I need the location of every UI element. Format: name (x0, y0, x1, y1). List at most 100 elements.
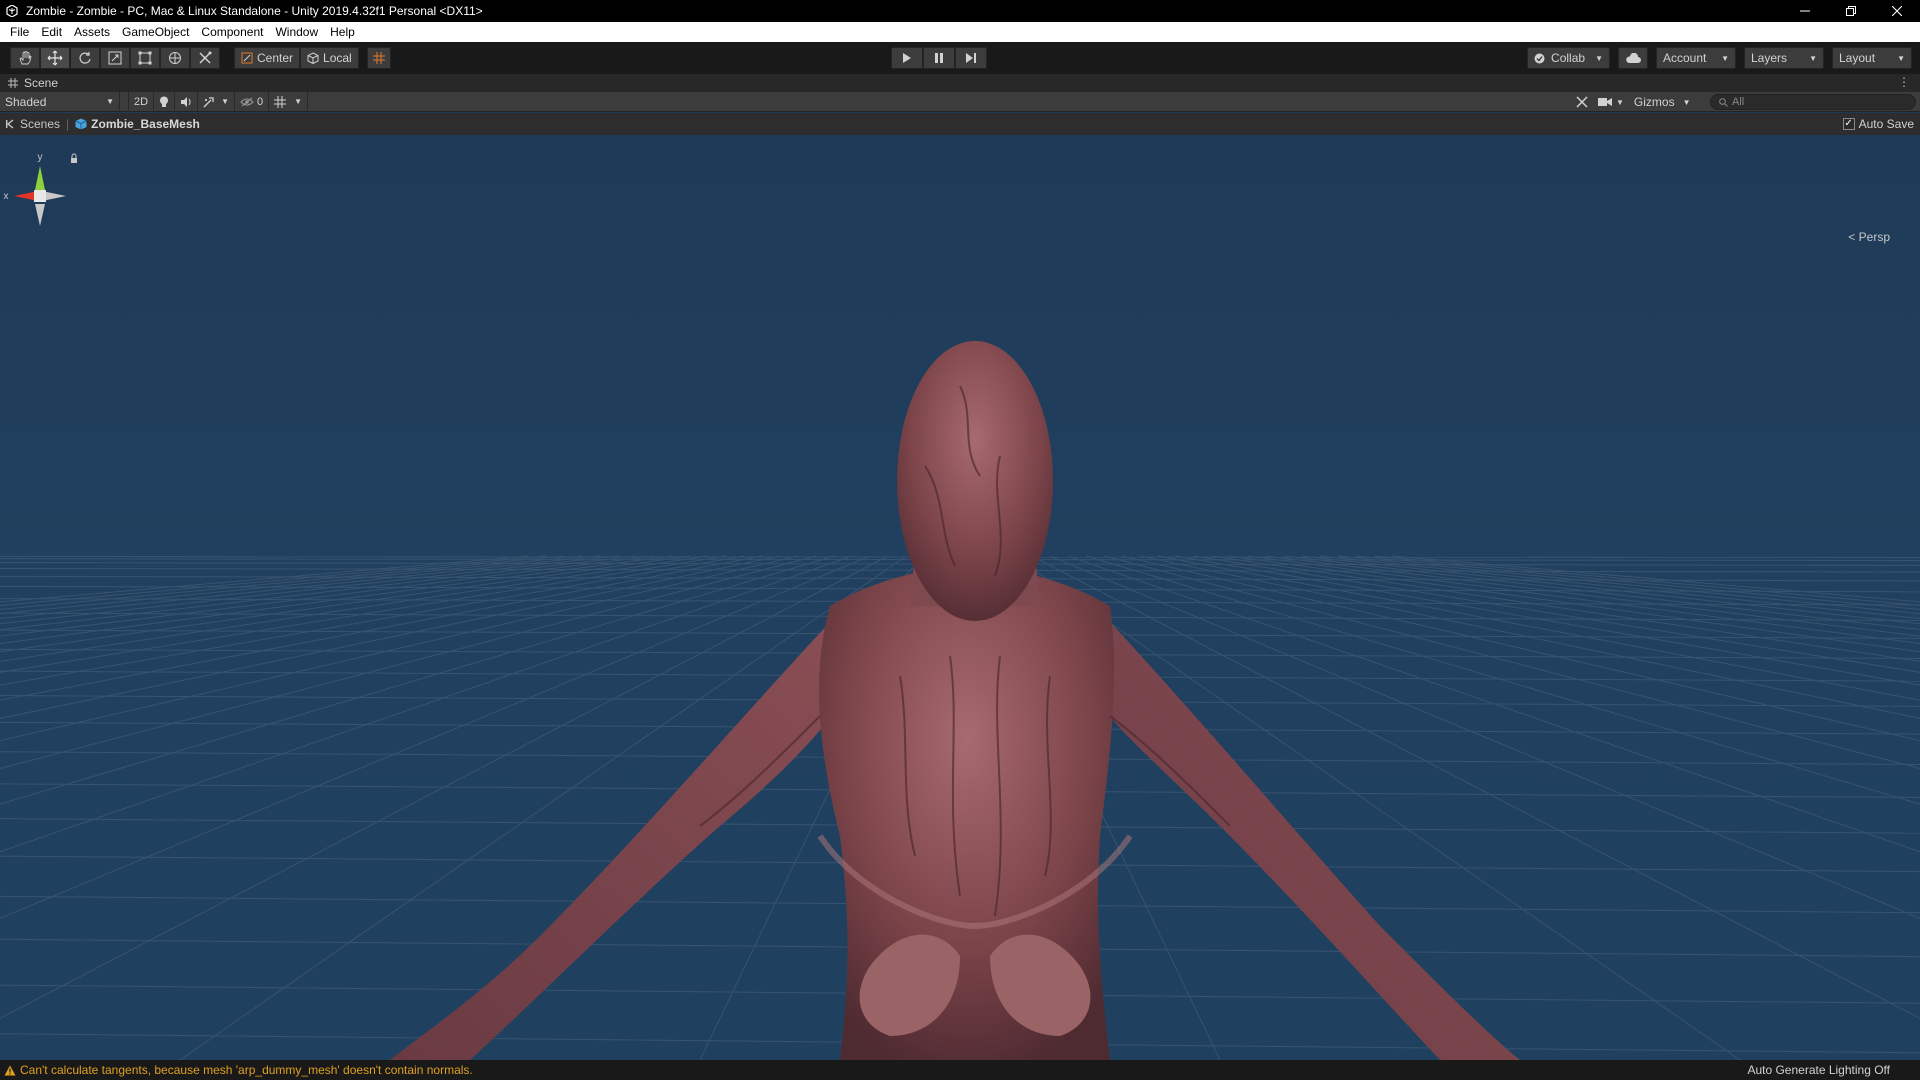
menu-gameobject[interactable]: GameObject (116, 22, 195, 42)
pivot-rotation-button[interactable]: Local (300, 47, 359, 69)
pivot-mode-button[interactable]: Center (234, 47, 301, 69)
menu-file[interactable]: File (4, 22, 35, 42)
scene-viewport[interactable]: y x < Persp (0, 136, 1920, 1060)
status-bar: Can't calculate tangents, because mesh '… (0, 1060, 1920, 1080)
hidden-objects-toggle[interactable]: 0 (235, 91, 270, 112)
layers-dropdown[interactable]: Layers ▼ (1744, 47, 1824, 69)
close-icon (1892, 6, 1902, 16)
rect-tool-button[interactable] (130, 47, 160, 69)
camera-dropdown[interactable]: ▼ (1598, 97, 1624, 107)
projection-label: Persp (1858, 230, 1890, 244)
auto-save-toggle[interactable]: ✓ Auto Save (1842, 117, 1914, 131)
breadcrumb-scenes[interactable]: Scenes (0, 117, 66, 131)
pause-button[interactable] (923, 47, 955, 69)
hand-tool-button[interactable] (10, 47, 40, 69)
breadcrumb: Scenes | Zombie_BaseMesh (0, 113, 1920, 135)
rotate-icon (79, 52, 91, 64)
move-tool-button[interactable] (40, 47, 70, 69)
rect-icon (138, 51, 152, 65)
collab-check-icon (1534, 53, 1545, 63)
y-axis-cone[interactable] (35, 166, 45, 190)
lighting-status[interactable]: Auto Generate Lighting Off (1747, 1063, 1890, 1077)
chevron-down-icon: ▼ (1616, 97, 1624, 107)
gizmo-center-cube[interactable] (34, 190, 46, 202)
search-icon (1719, 97, 1728, 107)
cloud-button[interactable] (1618, 47, 1648, 69)
collab-label: Collab (1551, 51, 1586, 65)
more-options-icon[interactable]: ⋮ (1898, 75, 1910, 89)
restore-button[interactable] (1828, 0, 1874, 22)
draw-mode-dropdown[interactable]: Shaded ▼ (0, 91, 120, 112)
account-dropdown[interactable]: Account ▼ (1656, 47, 1736, 69)
play-button[interactable] (891, 47, 923, 69)
neg-y-axis-cone[interactable] (35, 204, 45, 226)
tab-scene-label: Scene (24, 76, 59, 90)
transform-tools (10, 47, 220, 69)
unity-logo-icon (4, 3, 20, 19)
y-axis-label: y (38, 152, 43, 163)
x-axis-label: x (4, 191, 9, 202)
menu-assets[interactable]: Assets (68, 22, 116, 42)
pivot-center-icon (241, 52, 253, 64)
scene-search-input[interactable]: All (1710, 94, 1916, 110)
tab-scene[interactable]: Scene (0, 76, 58, 90)
hand-icon (19, 51, 32, 65)
back-arrow-icon (6, 119, 14, 129)
menu-component[interactable]: Component (195, 22, 269, 42)
gizmos-dropdown[interactable]: Gizmos ▼ (1634, 95, 1691, 109)
move-icon (47, 50, 63, 66)
minimize-button[interactable] (1782, 0, 1828, 22)
warning-text: Can't calculate tangents, because mesh '… (20, 1063, 473, 1077)
console-warning[interactable]: Can't calculate tangents, because mesh '… (0, 1063, 473, 1077)
close-button[interactable] (1874, 0, 1920, 22)
step-button[interactable] (955, 47, 987, 69)
collab-dropdown[interactable]: Collab ▼ (1527, 47, 1610, 69)
gizmos-label: Gizmos (1633, 95, 1675, 109)
snap-grid-button[interactable] (366, 47, 391, 69)
chevron-down-icon: ▼ (1897, 53, 1905, 63)
menu-edit[interactable]: Edit (35, 22, 68, 42)
perspective-icon: < (1848, 230, 1856, 244)
2d-label: 2D (134, 95, 149, 108)
custom-tool-button[interactable] (190, 47, 220, 69)
auto-save-label: Auto Save (1858, 117, 1914, 131)
menu-window[interactable]: Window (269, 22, 324, 42)
snap-grid-icon (372, 52, 385, 64)
transform-tool-button[interactable] (160, 47, 190, 69)
transform-icon (169, 52, 181, 64)
scene-tab-bar: Scene (0, 74, 1920, 92)
layout-dropdown[interactable]: Layout ▼ (1832, 47, 1912, 69)
audio-toggle[interactable] (175, 91, 199, 112)
2d-toggle[interactable]: 2D (128, 91, 155, 112)
rotate-tool-button[interactable] (70, 47, 100, 69)
title-bar: Zombie - Zombie - PC, Mac & Linux Standa… (0, 0, 1920, 22)
tools-toggle[interactable] (1576, 96, 1588, 108)
account-label: Account (1663, 51, 1707, 65)
projection-toggle[interactable]: < Persp (1848, 230, 1890, 244)
orientation-gizmo[interactable]: y x (0, 148, 80, 248)
local-cube-icon (307, 52, 319, 64)
chevron-down-icon: ▼ (1682, 97, 1691, 107)
chevron-down-icon: ▼ (1721, 53, 1729, 63)
grid-dropdown[interactable]: ▼ (269, 91, 309, 112)
chevron-down-icon: ▼ (221, 97, 229, 106)
lighting-toggle[interactable] (154, 91, 176, 112)
pivot-group: Center Local (234, 47, 391, 69)
scale-tool-button[interactable] (100, 47, 130, 69)
breadcrumb-prefab[interactable]: Zombie_BaseMesh (69, 117, 206, 131)
breadcrumb-current-label: Zombie_BaseMesh (91, 117, 200, 131)
window-title: Zombie - Zombie - PC, Mac & Linux Standa… (26, 4, 483, 18)
effects-icon (203, 96, 214, 107)
auto-save-checkbox[interactable]: ✓ (1842, 118, 1855, 130)
chevron-down-icon: ▼ (294, 97, 303, 106)
cloud-icon (1626, 52, 1641, 63)
search-placeholder: All (1732, 96, 1745, 108)
warning-icon (4, 1065, 16, 1075)
camera-icon (1598, 98, 1612, 106)
prefab-cube-icon (75, 118, 87, 130)
effects-dropdown[interactable]: ▼ (198, 91, 235, 112)
lock-icon[interactable] (71, 153, 77, 163)
hidden-count: 0 (256, 95, 264, 108)
menu-help[interactable]: Help (324, 22, 361, 42)
breadcrumb-root-label: Scenes (20, 117, 61, 131)
